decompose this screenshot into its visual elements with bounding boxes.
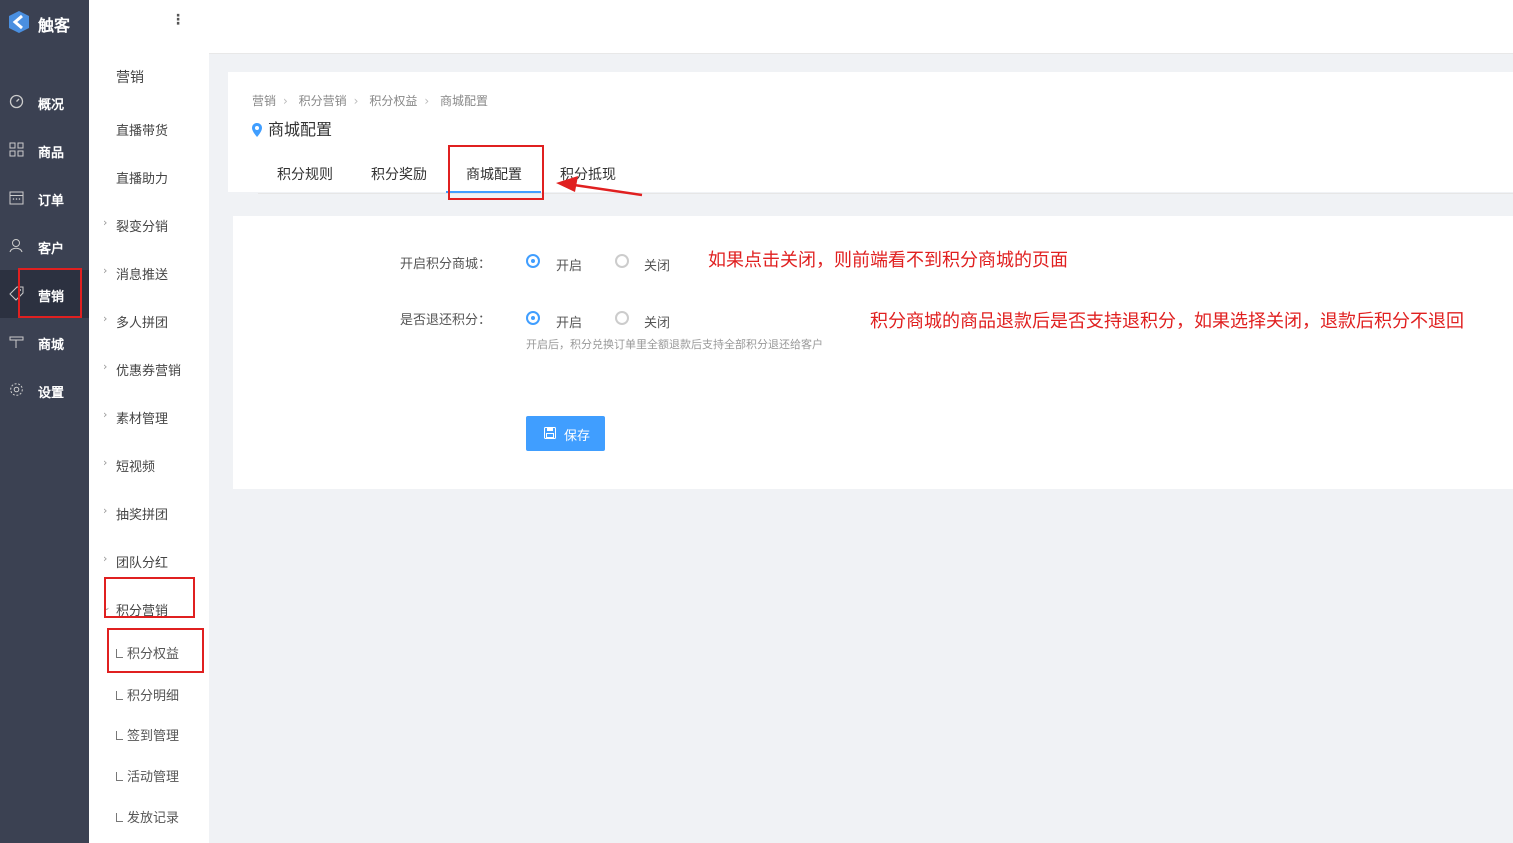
- save-button-label: 保存: [564, 429, 591, 444]
- user-icon: [9, 239, 23, 253]
- subnav-item-fission[interactable]: › 裂变分销: [89, 216, 209, 236]
- annotation-note-1: 如果点击关闭，则前端看不到积分商城的页面: [708, 250, 1068, 271]
- tabs-divider: [258, 193, 1513, 194]
- main-sidebar: 触客 概况 商品 订单 客户 营销 商城 设置: [0, 0, 89, 843]
- nav-item-customers[interactable]: 客户: [0, 222, 89, 270]
- annotation-box-mall-config-tab: [448, 145, 544, 200]
- subnav-item-push[interactable]: › 消息推送: [89, 264, 209, 284]
- calendar-icon: [9, 191, 24, 205]
- page-header: 营销 › 积分营销 › 积分权益 › 商城配置 商城配置 积分规则 积分奖励 商城配置…: [228, 72, 1513, 194]
- tree-corner-icon: [116, 731, 123, 740]
- breadcrumb-separator-icon: ›: [424, 94, 430, 108]
- nav-item-products[interactable]: 商品: [0, 126, 89, 174]
- subnav-item-short-video[interactable]: › 短视频: [89, 456, 209, 476]
- subnav-child-issue-records[interactable]: 发放记录: [116, 807, 209, 827]
- annotation-arrow-icon: [556, 176, 643, 197]
- shop-icon: [9, 336, 24, 348]
- nav-item-mall[interactable]: 商城: [0, 318, 89, 366]
- tree-corner-icon: [116, 813, 123, 822]
- tab-points-rules[interactable]: 积分规则: [277, 164, 333, 184]
- nav-item-label: 客户: [38, 242, 65, 257]
- breadcrumb-separator-icon: ›: [353, 94, 359, 108]
- mall-switch-off-label[interactable]: 关闭: [644, 255, 670, 274]
- breadcrumb: 营销 › 积分营销 › 积分权益 › 商城配置: [252, 92, 488, 109]
- chevron-right-icon: ›: [103, 456, 108, 469]
- mall-switch-on-label[interactable]: 开启: [556, 255, 582, 274]
- location-pin-icon: [252, 123, 262, 137]
- subnav-item-lottery[interactable]: › 抽奖拼团: [89, 504, 209, 524]
- refund-points-off-radio[interactable]: [615, 311, 629, 325]
- page-title: 商城配置: [252, 116, 332, 140]
- annotation-note-2: 积分商城的商品退款后是否支持退积分，如果选择关闭，退款后积分不退回: [870, 311, 1464, 332]
- subnav-child-points-detail[interactable]: 积分明细: [116, 685, 209, 705]
- tree-corner-icon: [116, 772, 123, 781]
- app-logo[interactable]: 触客: [0, 0, 89, 46]
- refund-points-hint: 开启后，积分兑换订单里全额退款后支持全部积分退还给客户: [526, 338, 823, 351]
- mall-switch-off-radio[interactable]: [615, 254, 629, 268]
- refund-points-on-label[interactable]: 开启: [556, 312, 582, 331]
- subnav-item-coupons[interactable]: › 优惠券营销: [89, 360, 209, 380]
- more-vertical-icon[interactable]: ⋮: [170, 12, 186, 32]
- grid-icon: [9, 142, 24, 157]
- app-name: 触客: [38, 16, 71, 35]
- nav-item-overview[interactable]: 概况: [0, 78, 89, 126]
- subnav-child-activities[interactable]: 活动管理: [116, 766, 209, 786]
- chevron-right-icon: ›: [103, 408, 108, 421]
- subnav-item-team-dividend[interactable]: › 团队分红: [89, 552, 209, 572]
- subnav-item-group-buy[interactable]: › 多人拼团: [89, 312, 209, 332]
- nav-item-label: 商品: [38, 146, 65, 161]
- nav-item-label: 订单: [38, 194, 65, 209]
- subnav-item-live-selling[interactable]: 直播带货: [89, 120, 209, 140]
- mall-switch-label: 开启积分商城：: [400, 257, 492, 272]
- subnav-item-live-boost[interactable]: 直播助力: [89, 168, 209, 188]
- annotation-box-points-marketing: [104, 577, 195, 618]
- breadcrumb-separator-icon: ›: [283, 94, 288, 108]
- chevron-right-icon: ›: [103, 504, 108, 517]
- breadcrumb-item[interactable]: 积分权益: [369, 94, 417, 108]
- mall-switch-on-radio[interactable]: [526, 254, 540, 268]
- nav-item-label: 设置: [38, 386, 65, 401]
- secondary-sidebar: 营销 直播带货 直播助力 › 裂变分销 › 消息推送 › 多人拼团 › 优惠券营销 › 素…: [89, 0, 209, 843]
- logo-icon: [9, 11, 29, 33]
- refund-points-off-label[interactable]: 关闭: [644, 312, 670, 331]
- refund-points-label: 是否退还积分：: [400, 313, 492, 328]
- refund-points-on-radio[interactable]: [526, 311, 540, 325]
- gear-icon: [10, 383, 23, 396]
- tab-points-rewards[interactable]: 积分奖励: [371, 164, 427, 184]
- chevron-right-icon: ›: [103, 312, 108, 325]
- subnav-child-checkin[interactable]: 签到管理: [116, 725, 209, 745]
- breadcrumb-item[interactable]: 营销: [252, 94, 276, 108]
- chevron-right-icon: ›: [103, 552, 108, 565]
- nav-item-settings[interactable]: 设置: [0, 366, 89, 414]
- nav-item-orders[interactable]: 订单: [0, 174, 89, 222]
- annotation-box-points-rights: [107, 628, 204, 673]
- top-bar: [209, 0, 1513, 54]
- annotation-box-marketing: [18, 268, 82, 318]
- tree-corner-icon: [116, 691, 123, 700]
- breadcrumb-item: 商城配置: [439, 94, 488, 108]
- breadcrumb-item[interactable]: 积分营销: [299, 94, 347, 108]
- save-button[interactable]: 保存: [526, 416, 605, 451]
- chevron-right-icon: ›: [103, 360, 108, 373]
- subnav-title: 营销: [116, 70, 144, 86]
- nav-item-label: 商城: [38, 338, 65, 353]
- floppy-disk-icon: [544, 427, 556, 439]
- nav-item-label: 概况: [38, 98, 65, 113]
- subnav-item-materials[interactable]: › 素材管理: [89, 408, 209, 428]
- chevron-right-icon: ›: [103, 264, 108, 277]
- chevron-right-icon: ›: [103, 216, 108, 229]
- dashboard-icon: [9, 94, 24, 109]
